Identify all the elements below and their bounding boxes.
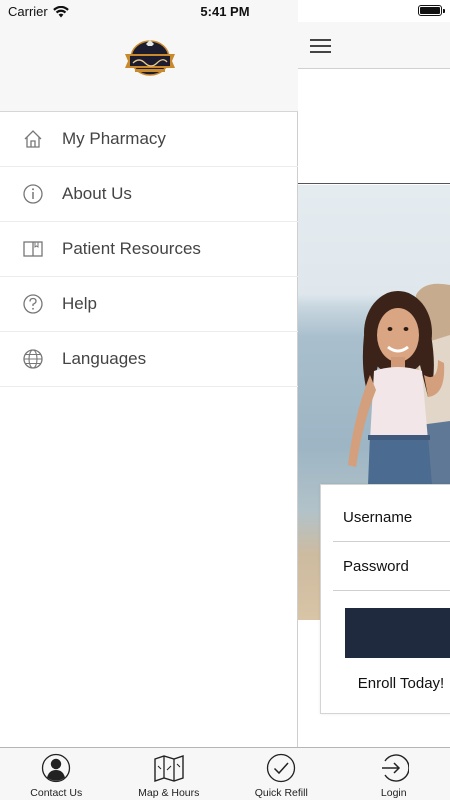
battery-icon: [418, 5, 445, 16]
tab-login[interactable]: Login: [338, 748, 450, 800]
home-icon: [22, 128, 44, 150]
globe-icon: [22, 348, 44, 370]
login-icon: [378, 752, 410, 784]
help-icon: [22, 293, 44, 315]
map-icon: [153, 752, 185, 784]
login-button[interactable]: [345, 608, 450, 658]
pharmacy-logo: [125, 40, 175, 76]
login-card: Username Password Enroll Today!: [320, 484, 450, 714]
username-field[interactable]: Username: [333, 493, 450, 542]
hamburger-menu-icon[interactable]: [310, 39, 331, 53]
password-field[interactable]: Password: [333, 542, 450, 591]
menu-item-label: My Pharmacy: [62, 129, 166, 148]
tab-quick-refill[interactable]: Quick Refill: [225, 748, 338, 800]
tab-bar: Contact Us Map & Hours Quick Refill Logi…: [0, 747, 450, 800]
menu-item-my-pharmacy[interactable]: My Pharmacy: [0, 112, 298, 167]
app-header: [298, 22, 450, 69]
password-placeholder: Password: [343, 557, 409, 575]
menu-item-label: Help: [62, 294, 97, 313]
menu-item-label: About Us: [62, 184, 132, 203]
book-icon: [22, 238, 44, 260]
tab-label: Contact Us: [30, 787, 83, 799]
menu-item-label: Languages: [62, 349, 147, 368]
menu-item-about-us[interactable]: About Us: [0, 167, 298, 222]
checkmark-icon: [265, 752, 297, 784]
tab-contact-us[interactable]: Contact Us: [0, 748, 113, 800]
enroll-link[interactable]: Enroll Today!: [321, 675, 450, 692]
tab-label: Map & Hours: [138, 787, 200, 799]
tab-map-hours[interactable]: Map & Hours: [113, 748, 226, 800]
status-bar: Carrier 5:41 PM: [0, 0, 450, 22]
app-banner: [298, 70, 450, 184]
menu-item-patient-resources[interactable]: Patient Resources: [0, 222, 298, 277]
menu-item-help[interactable]: Help: [0, 277, 298, 332]
side-drawer: My Pharmacy About Us Patient Resources H…: [0, 0, 298, 747]
tab-label: Quick Refill: [254, 787, 308, 799]
info-icon: [22, 183, 44, 205]
status-time: 5:41 PM: [200, 4, 250, 19]
username-placeholder: Username: [343, 508, 413, 526]
menu-item-languages[interactable]: Languages: [0, 332, 298, 387]
tab-label: Login: [380, 787, 407, 799]
menu-item-label: Patient Resources: [62, 239, 201, 258]
person-icon: [40, 752, 72, 784]
